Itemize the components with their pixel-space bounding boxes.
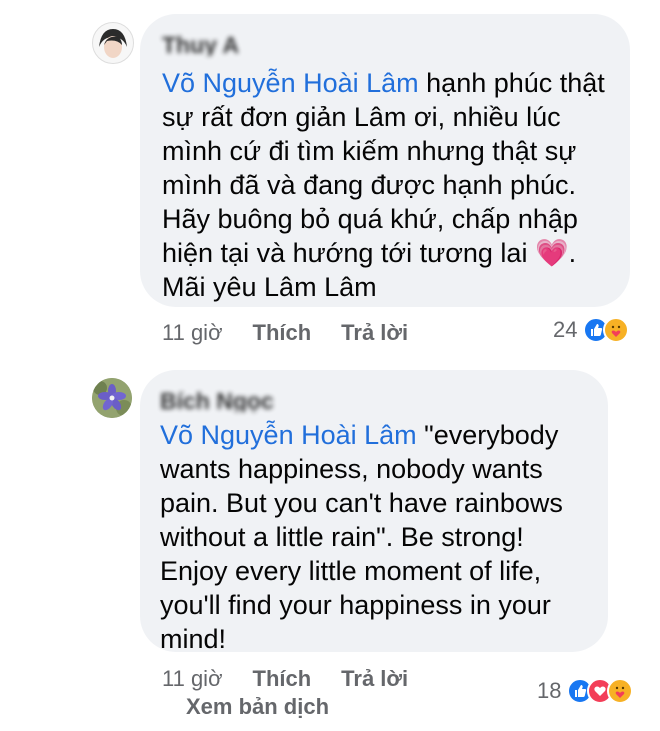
avatar-image [92, 378, 132, 418]
comment-text: Võ Nguyễn Hoài Lâm hạnh phúc thật sự rất… [162, 66, 608, 304]
comment-bubble: Thuy A Võ Nguyễn Hoài Lâm hạnh phúc thật… [140, 14, 630, 307]
like-button[interactable]: Thích [253, 320, 312, 346]
reaction-count: 24 [553, 317, 578, 342]
timestamp[interactable]: 11 giờ [162, 666, 223, 692]
comment-author[interactable]: Thuy A [162, 28, 608, 56]
comment-actions: 11 giờ Thích Trả lời [162, 320, 408, 346]
care-icon [603, 317, 630, 343]
avatar[interactable] [92, 378, 132, 418]
mention-link[interactable]: Võ Nguyễn Hoài Lâm [162, 68, 419, 98]
avatar-image [93, 23, 133, 63]
comment-body: "everybody wants happiness, nobody wants… [160, 420, 563, 654]
comment-author[interactable]: Bích Ngọc [160, 384, 588, 412]
reply-button[interactable]: Trả lời [341, 320, 408, 346]
reaction-summary[interactable]: 24 [553, 317, 630, 343]
heart-emoji: 💗 [534, 238, 569, 268]
comment-bubble: Bích Ngọc Võ Nguyễn Hoài Lâm "everybody … [140, 370, 608, 654]
mention-link[interactable]: Võ Nguyễn Hoài Lâm [160, 420, 417, 450]
like-button[interactable]: Thích [253, 666, 312, 692]
avatar[interactable] [92, 22, 134, 64]
reply-button[interactable]: Trả lời [341, 666, 408, 692]
reaction-count: 18 [537, 678, 562, 703]
comment-actions: 11 giờ Thích Trả lời [162, 666, 408, 692]
comment-text: Võ Nguyễn Hoài Lâm "everybody wants happ… [160, 418, 588, 656]
see-translation-link[interactable]: Xem bản dịch [186, 694, 329, 720]
timestamp[interactable]: 11 giờ [162, 320, 223, 346]
reaction-summary[interactable]: 18 [537, 678, 634, 704]
care-icon [607, 678, 634, 704]
